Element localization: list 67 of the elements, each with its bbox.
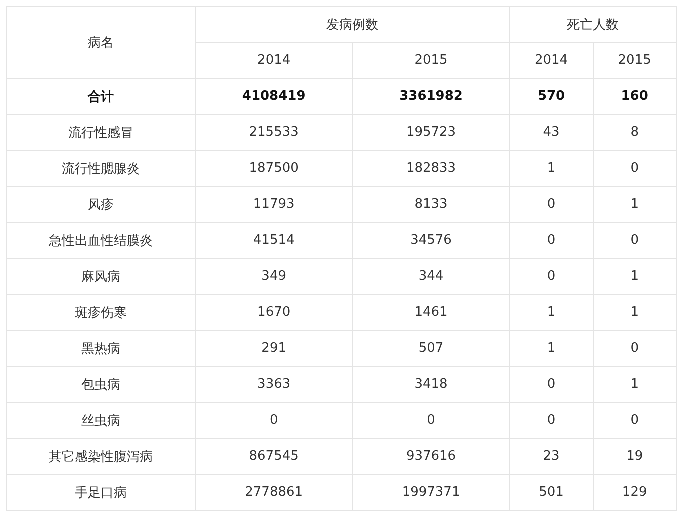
table-cell: 195723 xyxy=(352,114,510,150)
row-header: 其它感染性腹泻病 xyxy=(6,438,196,474)
column-header: 2014 xyxy=(510,42,594,78)
row-header: 丝虫病 xyxy=(6,402,196,438)
table-cell: 0 xyxy=(510,222,594,258)
row-header: 急性出血性结膜炎 xyxy=(6,222,196,258)
table-cell: 1997371 xyxy=(352,474,510,510)
table-cell: 1 xyxy=(593,366,676,402)
row-header: 黑热病 xyxy=(6,330,196,366)
table-cell: 0 xyxy=(510,366,594,402)
table-cell: 129 xyxy=(593,474,676,510)
table-cell: 1 xyxy=(593,258,676,294)
table-cell: 507 xyxy=(352,330,510,366)
column-header: 病名 xyxy=(6,6,196,78)
table-cell: 11793 xyxy=(196,186,353,222)
table-cell: 570 xyxy=(510,78,594,114)
table-cell: 0 xyxy=(593,150,676,186)
table-cell: 3418 xyxy=(352,366,510,402)
row-header: 流行性腮腺炎 xyxy=(6,150,196,186)
table-cell: 2778861 xyxy=(196,474,353,510)
row-header: 麻风病 xyxy=(6,258,196,294)
row-header: 风疹 xyxy=(6,186,196,222)
row-header: 斑疹伤寒 xyxy=(6,294,196,330)
table-cell: 0 xyxy=(593,402,676,438)
table-cell: 43 xyxy=(510,114,594,150)
table-cell: 0 xyxy=(510,258,594,294)
table-cell: 1670 xyxy=(196,294,353,330)
table-cell: 4108419 xyxy=(196,78,353,114)
table-cell: 291 xyxy=(196,330,353,366)
table-cell: 1 xyxy=(593,294,676,330)
table-cell: 215533 xyxy=(196,114,353,150)
table-cell: 182833 xyxy=(352,150,510,186)
table-cell: 0 xyxy=(510,186,594,222)
column-group-header: 死亡人数 xyxy=(510,6,676,42)
table-cell: 1 xyxy=(593,186,676,222)
row-header: 手足口病 xyxy=(6,474,196,510)
table-cell: 19 xyxy=(593,438,676,474)
row-header: 包虫病 xyxy=(6,366,196,402)
row-header: 流行性感冒 xyxy=(6,114,196,150)
table-cell: 187500 xyxy=(196,150,353,186)
column-group-header: 发病例数 xyxy=(196,6,510,42)
column-header: 2015 xyxy=(352,42,510,78)
table-cell: 1 xyxy=(510,330,594,366)
table-cell: 0 xyxy=(352,402,510,438)
table-cell: 8133 xyxy=(352,186,510,222)
table-cell: 0 xyxy=(196,402,353,438)
table-cell: 867545 xyxy=(196,438,353,474)
table-cell: 1461 xyxy=(352,294,510,330)
table-cell: 937616 xyxy=(352,438,510,474)
row-header: 合计 xyxy=(6,78,196,114)
table-cell: 8 xyxy=(593,114,676,150)
table-cell: 0 xyxy=(593,222,676,258)
table-cell: 3361982 xyxy=(352,78,510,114)
table-cell: 23 xyxy=(510,438,594,474)
table-cell: 1 xyxy=(510,150,594,186)
table-cell: 501 xyxy=(510,474,594,510)
table-cell: 1 xyxy=(510,294,594,330)
column-header: 2015 xyxy=(593,42,676,78)
table-cell: 344 xyxy=(352,258,510,294)
table-cell: 0 xyxy=(510,402,594,438)
table-cell: 160 xyxy=(593,78,676,114)
table-cell: 3363 xyxy=(196,366,353,402)
table-cell: 34576 xyxy=(352,222,510,258)
table-cell: 0 xyxy=(593,330,676,366)
column-header: 2014 xyxy=(196,42,353,78)
table-cell: 349 xyxy=(196,258,353,294)
table-cell: 41514 xyxy=(196,222,353,258)
